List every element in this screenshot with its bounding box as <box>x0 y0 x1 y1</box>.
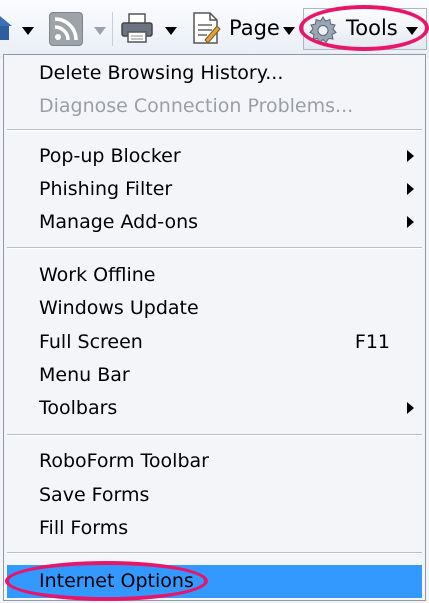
home-dropdown-arrow-icon[interactable] <box>22 27 34 35</box>
toolbar-separator <box>112 12 113 46</box>
menu-item-save-forms[interactable]: Save Forms <box>7 479 422 512</box>
menu-separator <box>7 247 422 249</box>
menu-separator <box>7 129 422 131</box>
menu-item-work-offline[interactable]: Work Offline <box>7 259 422 292</box>
menu-item-manage-add-ons[interactable]: Manage Add-ons <box>7 206 422 239</box>
menu-item-label: Full Screen <box>39 331 143 353</box>
submenu-arrow-icon <box>407 216 414 228</box>
submenu-arrow-icon <box>407 402 414 414</box>
menu-item-popup-blocker[interactable]: Pop-up Blocker <box>7 140 422 173</box>
menu-item-label: Diagnose Connection Problems... <box>39 95 354 117</box>
menu-item-roboform-toolbar[interactable]: RoboForm Toolbar <box>7 445 422 478</box>
menu-item-label: Delete Browsing History... <box>39 62 284 84</box>
internet-options-annotation-ring <box>5 561 208 601</box>
menu-item-phishing-filter[interactable]: Phishing Filter <box>7 173 422 206</box>
menu-item-label: Phishing Filter <box>39 178 173 200</box>
command-bar: Page Tools <box>0 0 429 58</box>
page-menu-label[interactable]: Page <box>229 14 280 42</box>
menu-item-label: RoboForm Toolbar <box>39 450 209 472</box>
menu-item-label: Windows Update <box>39 297 199 319</box>
menu-separator <box>7 552 422 554</box>
home-icon[interactable] <box>0 12 12 42</box>
menu-item-label: Fill Forms <box>39 517 129 539</box>
menu-item-label: Manage Add-ons <box>39 211 199 233</box>
menu-item-label: Save Forms <box>39 484 150 506</box>
menu-item-delete-browsing-history[interactable]: Delete Browsing History... <box>7 57 422 90</box>
menu-item-fill-forms[interactable]: Fill Forms <box>7 512 422 545</box>
submenu-arrow-icon <box>407 150 414 162</box>
print-dropdown-arrow-icon[interactable] <box>165 27 177 35</box>
menu-item-label: Work Offline <box>39 264 156 286</box>
tools-menu: Delete Browsing History... Diagnose Conn… <box>3 54 426 601</box>
menu-item-full-screen[interactable]: Full Screen F11 <box>7 326 422 359</box>
page-icon[interactable] <box>191 10 221 46</box>
shortcut-key-label: F11 <box>354 331 390 353</box>
menu-item-label: Menu Bar <box>39 364 130 386</box>
menu-item-label: Toolbars <box>39 397 118 419</box>
page-dropdown-arrow-icon[interactable] <box>283 27 295 35</box>
menu-separator <box>7 434 422 436</box>
feeds-icon[interactable] <box>49 12 83 46</box>
browser-window: Page Tools Delete Browsing History... Di… <box>0 0 429 603</box>
menu-item-windows-update[interactable]: Windows Update <box>7 292 422 325</box>
menu-item-diagnose-connection-problems: Diagnose Connection Problems... <box>7 90 422 123</box>
feeds-dropdown-arrow-icon[interactable] <box>94 27 106 35</box>
menu-item-toolbars[interactable]: Toolbars <box>7 392 422 425</box>
print-icon[interactable] <box>120 12 154 44</box>
menu-item-menu-bar[interactable]: Menu Bar <box>7 359 422 392</box>
tools-annotation-ring <box>299 5 429 51</box>
menu-item-label: Pop-up Blocker <box>39 145 181 167</box>
submenu-arrow-icon <box>407 183 414 195</box>
